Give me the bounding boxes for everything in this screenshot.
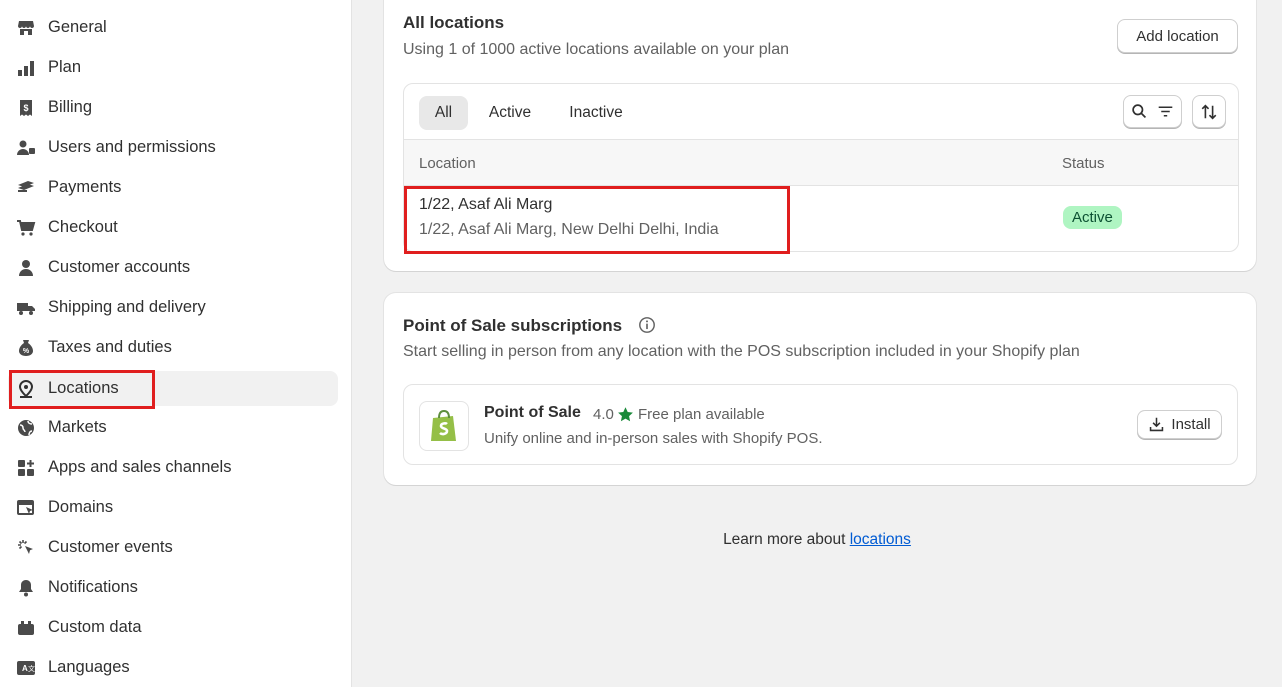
sidebar-item-users[interactable]: Users and permissions — [8, 130, 338, 165]
app-pricing: Free plan available — [638, 406, 765, 423]
sidebar-item-label: Custom data — [48, 618, 142, 636]
person-icon — [14, 256, 38, 280]
add-location-button[interactable]: Add location — [1117, 19, 1238, 53]
pos-card-subtitle: Start selling in person from any locatio… — [403, 343, 1080, 360]
sidebar-item-label: Markets — [48, 418, 107, 436]
search-filter-button[interactable] — [1123, 95, 1182, 128]
highlight-box-locations — [9, 370, 155, 409]
sidebar-item-domains[interactable]: Domains — [8, 490, 338, 525]
svg-text:$: $ — [23, 103, 28, 113]
domains-icon — [14, 496, 38, 520]
sidebar-item-label: Apps and sales channels — [48, 458, 232, 476]
filter-tabs: All Active Inactive — [404, 84, 1238, 140]
svg-text:%: % — [23, 348, 30, 355]
sidebar-item-label: Customer events — [48, 538, 173, 556]
column-header-location: Location — [419, 155, 476, 172]
locations-help-link[interactable]: locations — [850, 531, 911, 548]
sidebar-item-label: Payments — [48, 178, 122, 196]
sidebar-item-taxes[interactable]: % Taxes and duties — [8, 330, 338, 365]
column-header-status: Status — [1062, 155, 1105, 172]
main-content: All locations Using 1 of 1000 active loc… — [352, 0, 1282, 687]
sidebar-item-markets[interactable]: Markets — [8, 410, 338, 445]
sidebar-item-billing[interactable]: $ Billing — [8, 90, 338, 125]
cursor-click-icon — [14, 536, 38, 560]
settings-sidebar: General Plan $ Billing Users and permiss… — [0, 0, 352, 687]
sidebar-item-plan[interactable]: Plan — [8, 50, 338, 85]
download-icon — [1150, 417, 1164, 432]
pos-app-tile: Point of Sale 4.0 Free plan available Un… — [403, 384, 1238, 465]
tab-all[interactable]: All — [419, 96, 468, 130]
tab-active[interactable]: Active — [476, 96, 544, 130]
app-rating: 4.0 — [593, 406, 614, 423]
sidebar-item-languages[interactable]: A文 Languages — [8, 650, 338, 685]
translate-icon: A文 — [14, 656, 38, 680]
filter-icon — [1158, 106, 1172, 117]
sidebar-item-label: General — [48, 18, 107, 36]
billing-icon: $ — [14, 96, 38, 120]
sidebar-item-label: Checkout — [48, 218, 118, 236]
tab-inactive[interactable]: Inactive — [554, 96, 638, 130]
shopify-bag-icon — [431, 409, 456, 441]
payments-icon — [14, 176, 38, 200]
locations-usage-text: Using 1 of 1000 active locations availab… — [403, 41, 790, 58]
sidebar-item-label: Plan — [48, 58, 82, 76]
app-description: Unify online and in-person sales with Sh… — [484, 430, 823, 447]
page-title: All locations — [403, 13, 505, 32]
search-icon — [1131, 104, 1146, 119]
globe-icon — [14, 416, 38, 440]
sidebar-item-shipping[interactable]: Shipping and delivery — [8, 290, 338, 325]
truck-icon — [14, 296, 38, 320]
sidebar-item-customer-events[interactable]: Customer events — [8, 530, 338, 565]
sidebar-item-notifications[interactable]: Notifications — [8, 570, 338, 605]
users-icon — [14, 136, 38, 160]
tax-icon: % — [14, 336, 38, 360]
sidebar-item-label: Billing — [48, 98, 93, 116]
cart-icon — [14, 216, 38, 240]
app-name[interactable]: Point of Sale — [484, 404, 581, 422]
star-icon — [618, 407, 633, 422]
sidebar-item-label: Taxes and duties — [48, 338, 172, 356]
sidebar-item-checkout[interactable]: Checkout — [8, 210, 338, 245]
info-icon[interactable] — [638, 316, 656, 334]
sidebar-item-label: Notifications — [48, 578, 138, 596]
store-icon — [14, 16, 38, 40]
learn-more-text: Learn more about locations — [352, 531, 1282, 549]
pos-card-title: Point of Sale subscriptions — [403, 316, 623, 335]
sidebar-item-customer-accounts[interactable]: Customer accounts — [8, 250, 338, 285]
sort-button[interactable] — [1192, 95, 1226, 128]
custom-data-icon — [14, 616, 38, 640]
status-badge: Active — [1063, 206, 1122, 229]
sidebar-item-custom-data[interactable]: Custom data — [8, 610, 338, 645]
apps-icon — [14, 456, 38, 480]
sidebar-item-label: Shipping and delivery — [48, 298, 206, 316]
sidebar-item-apps[interactable]: Apps and sales channels — [8, 450, 338, 485]
sidebar-item-label: Domains — [48, 498, 114, 516]
sidebar-item-label: Languages — [48, 658, 130, 676]
install-label: Install — [1171, 416, 1211, 433]
shopify-pos-logo — [419, 401, 469, 451]
sort-icon — [1201, 104, 1217, 119]
sidebar-item-label: Customer accounts — [48, 258, 191, 276]
install-button[interactable]: Install — [1137, 410, 1222, 439]
svg-text:文: 文 — [28, 664, 35, 673]
sidebar-item-general[interactable]: General — [8, 10, 338, 45]
plan-icon — [14, 56, 38, 80]
table-header: Location Status — [404, 140, 1238, 186]
learn-more-prefix: Learn more about — [723, 531, 850, 548]
pos-subscriptions-card: Point of Sale subscriptions Start sellin… — [384, 293, 1256, 485]
sidebar-item-payments[interactable]: Payments — [8, 170, 338, 205]
sidebar-item-label: Users and permissions — [48, 138, 216, 156]
highlight-box-location-row — [404, 186, 790, 254]
bell-icon — [14, 576, 38, 600]
